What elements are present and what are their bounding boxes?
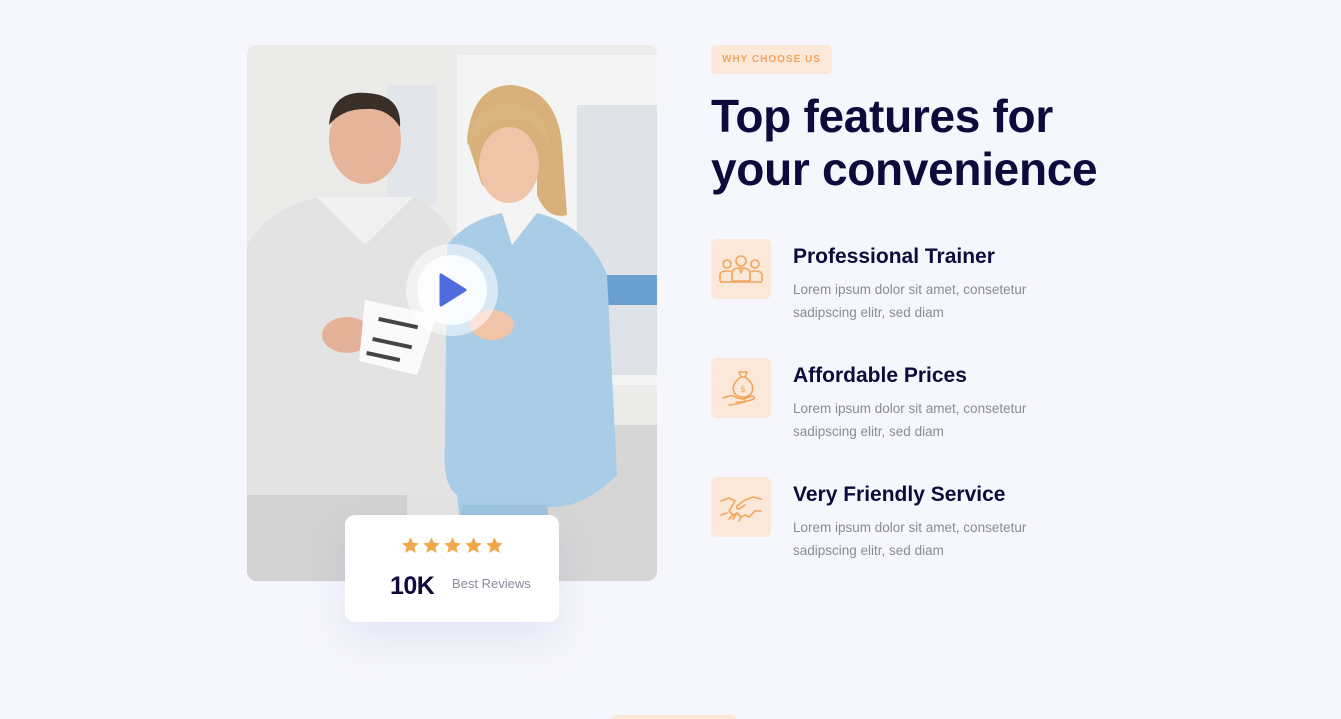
play-video-button[interactable] [406, 244, 498, 336]
feature-description: Lorem ipsum dolor sit amet, consetetur s… [793, 282, 1027, 320]
star-icon [444, 537, 461, 553]
feature-title: Affordable Prices [793, 364, 967, 387]
star-icon [486, 537, 503, 553]
play-icon [439, 273, 467, 307]
star-icon [402, 537, 419, 553]
review-label: Best Reviews [452, 576, 531, 591]
reviews-card: 10K Best Reviews [345, 515, 559, 622]
section-tag: WHY CHOOSE US [711, 45, 832, 74]
feature-icon-box [711, 477, 771, 537]
feature-description: Lorem ipsum dolor sit amet, consetetur s… [793, 520, 1027, 558]
next-section-tag [612, 715, 736, 719]
team-icon [719, 255, 763, 283]
section-heading: Top features for your convenience [711, 90, 1098, 195]
star-icon [465, 537, 482, 553]
feature-title: Professional Trainer [793, 245, 995, 268]
feature-description: Lorem ipsum dolor sit amet, consetetur s… [793, 401, 1027, 439]
money-hand-icon: $ [722, 371, 755, 406]
feature-icon-box [711, 239, 771, 299]
star-icon [423, 537, 440, 553]
review-count: 10K [390, 572, 435, 600]
svg-text:$: $ [740, 385, 746, 395]
handshake-icon [720, 496, 762, 522]
feature-icon-box: $ [711, 358, 771, 418]
rating-stars [401, 536, 504, 555]
play-button-inner [417, 255, 487, 325]
feature-title: Very Friendly Service [793, 483, 1006, 506]
